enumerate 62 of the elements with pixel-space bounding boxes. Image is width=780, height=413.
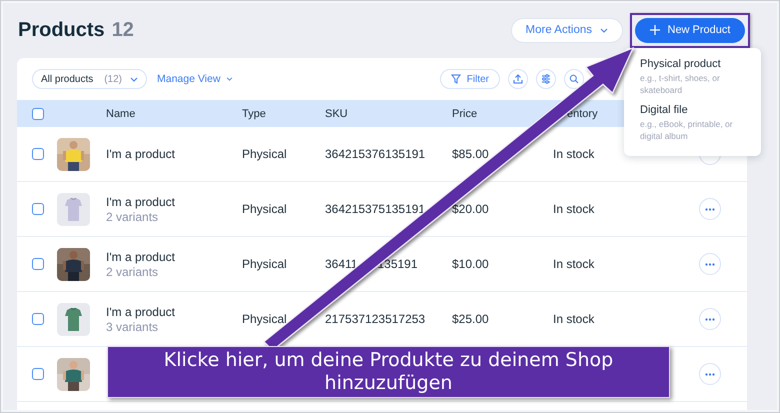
table-cell: In stock: [553, 257, 594, 271]
more-button[interactable]: [699, 198, 721, 220]
export-button[interactable]: [508, 69, 528, 89]
caret-icon: [600, 28, 608, 32]
checkbox[interactable]: [32, 313, 44, 325]
table-cell: Physical: [242, 312, 287, 326]
product-name[interactable]: I'm a product: [106, 196, 242, 208]
settings-button[interactable]: [536, 69, 556, 89]
column-header[interactable]: Price: [452, 108, 478, 120]
checkbox[interactable]: [32, 148, 44, 160]
product-name[interactable]: I'm a product: [106, 148, 242, 160]
variant-count: 3 variants: [106, 320, 160, 332]
menu-item[interactable]: Digital file e.g., eBook, printable, or digital album: [624, 102, 761, 148]
column-header[interactable]: SKU: [325, 108, 348, 120]
variant-count: 2 variants: [106, 210, 160, 222]
checkbox[interactable]: [32, 203, 44, 215]
table-cell: 217537123517253: [325, 313, 426, 325]
table-cell: In stock: [553, 147, 594, 161]
table-cell: In stock: [553, 202, 594, 216]
checkbox[interactable]: [32, 108, 44, 120]
filter-icon: [450, 74, 461, 84]
caret-icon: [130, 76, 138, 82]
upload-icon: [513, 74, 523, 84]
manage-view-link[interactable]: Manage View: [157, 73, 234, 85]
view-dropdown[interactable]: All products (12): [32, 69, 147, 89]
search-button[interactable]: [564, 69, 584, 89]
filter-button[interactable]: Filter: [440, 69, 500, 89]
product-name[interactable]: I'm a product: [106, 250, 242, 262]
more-actions-button[interactable]: More Actions: [510, 18, 623, 42]
checkbox[interactable]: [32, 258, 44, 270]
more-icon: [705, 262, 715, 266]
product-name[interactable]: I'm a product: [106, 306, 242, 318]
more-icon: [705, 318, 715, 320]
menu-item[interactable]: Physical product e.g., t-shirt, shoes, or skateboard: [624, 56, 761, 102]
column-header[interactable]: Type: [242, 108, 266, 120]
search-icon: [569, 74, 579, 84]
annotation-text: Klicke hier, um deine Produkte zu deinem Shop hinzuzufügen: [162, 349, 614, 395]
caret-icon: [226, 77, 234, 81]
plus-icon: [650, 25, 660, 35]
column-header[interactable]: Name: [106, 108, 136, 120]
table-cell: Physical: [242, 202, 287, 216]
more-icon: [705, 208, 715, 210]
table-cell: 36411: [325, 258, 358, 270]
table-cell: Physical: [242, 257, 287, 271]
new-product-button[interactable]: New Product: [635, 18, 745, 42]
more-button[interactable]: [699, 253, 721, 275]
more-icon: [705, 372, 715, 376]
table-cell: $20.00: [452, 202, 489, 216]
table-cell: $10.00: [452, 257, 489, 271]
table-cell: 364215375135191: [325, 203, 426, 215]
checkbox[interactable]: [32, 368, 44, 380]
table-cell: $25.00: [452, 312, 489, 326]
page-title: Products 12: [18, 18, 134, 42]
table-cell: 364215376135191: [325, 148, 426, 160]
variant-count: 2 variants: [106, 266, 160, 278]
table-cell: Physical: [242, 147, 287, 161]
more-button[interactable]: [699, 363, 721, 385]
table-cell: In stock: [553, 312, 594, 326]
sliders-icon: [541, 74, 551, 84]
table-cell: $85.00: [452, 147, 489, 161]
more-button[interactable]: [699, 308, 721, 330]
column-header[interactable]: entory: [567, 108, 598, 120]
